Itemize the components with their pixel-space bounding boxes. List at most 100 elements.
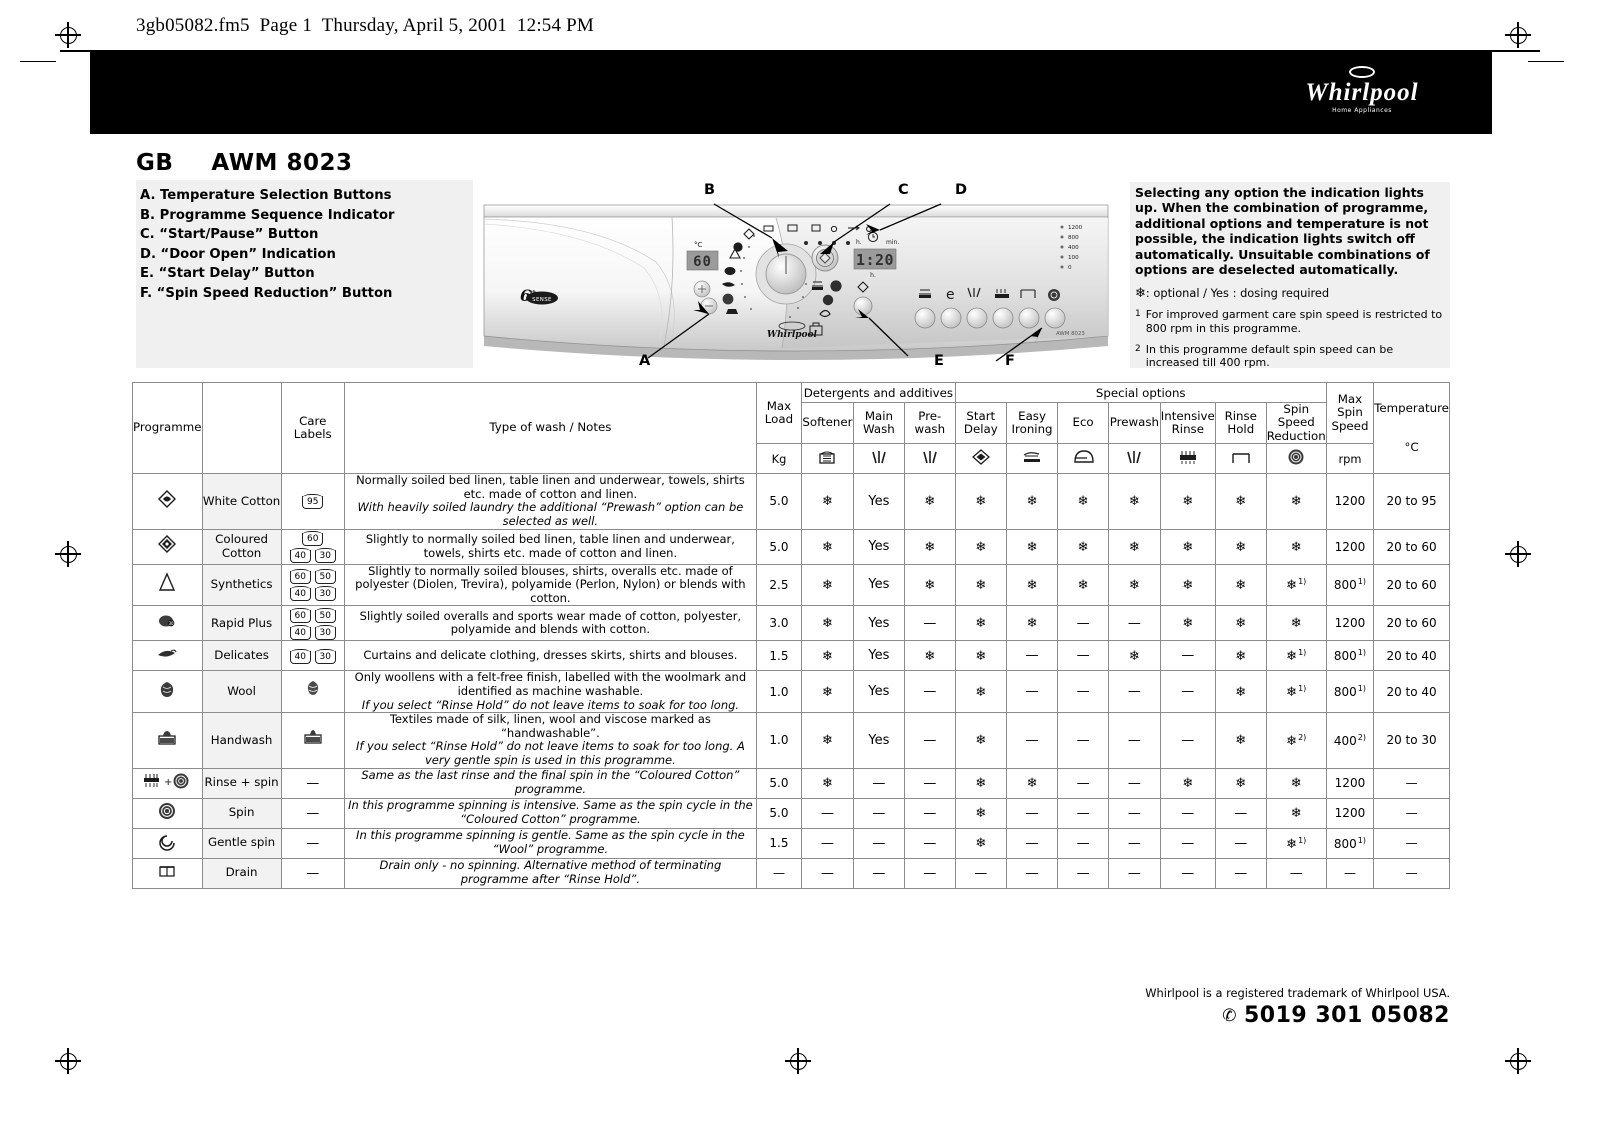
- control-panel-drawing: 6 th SENSE °C 60: [483, 203, 1109, 362]
- option-available-icon: ❄: [822, 494, 833, 510]
- option-not-available: —: [1127, 805, 1141, 821]
- footnote-2-text: In this programme default spin speed can…: [1145, 342, 1394, 370]
- option-available-icon: ❄: [975, 539, 987, 555]
- option-cell-intensiverinse: —: [1159, 797, 1216, 829]
- option-not-available: —: [1127, 732, 1141, 748]
- regmark-top-right: [1505, 22, 1531, 48]
- option-available-icon: ❄: [822, 776, 833, 792]
- option-not-available: —: [1076, 615, 1090, 631]
- regmark-mid-left: [55, 541, 81, 567]
- svg-text:AWM 8023: AWM 8023: [1056, 331, 1085, 337]
- temperature-cell: —: [1373, 857, 1450, 889]
- notes-italic: Same as the last rinse and the final spi…: [361, 768, 740, 797]
- max-spin-speed-cell: 1200: [1325, 528, 1375, 565]
- option-available-icon: ❄: [1026, 539, 1038, 555]
- table-row: Drain — Drain only - no spinning. Alternat…: [132, 857, 1450, 889]
- option-available-icon: ❄: [1077, 577, 1089, 593]
- header-temperature-unit: °C: [1404, 440, 1419, 455]
- svg-text:1:20: 1:20: [856, 251, 894, 269]
- header-start-delay: Start Delay: [954, 401, 1007, 445]
- page-title: GB AWM 8023: [136, 150, 352, 176]
- option-not-available: —: [1025, 865, 1039, 881]
- regmark-mid-right: [1505, 541, 1531, 567]
- option-not-available: —: [1076, 732, 1090, 748]
- programme-name: Coloured Cotton: [201, 528, 282, 565]
- option-cell-prewash-det: ❄: [903, 528, 956, 565]
- notes-plain: Curtains and delicate clothing, dresses …: [363, 648, 738, 663]
- option-cell-startdelay: ❄: [954, 767, 1007, 799]
- crop-tick-right: [1528, 61, 1564, 63]
- option-available-icon: ❄: [822, 577, 833, 593]
- option-available-icon: ❄: [1077, 539, 1089, 555]
- option-not-available: —: [1127, 615, 1141, 631]
- callout-label-f: F: [1005, 353, 1015, 369]
- option-cell-spinreduction: —: [1265, 857, 1327, 889]
- option-cell-eco: —: [1057, 670, 1109, 714]
- option-cell-startdelay: ❄: [954, 640, 1007, 672]
- table-row: Gentle spin — In this programme spinning i…: [132, 827, 1450, 859]
- wool-icon: [132, 670, 203, 714]
- option-available-icon: ❄: [1235, 577, 1247, 593]
- care-label-row: 60 50: [282, 606, 344, 623]
- svg-text:0: 0: [1068, 265, 1072, 271]
- option-cell-softener: ❄: [800, 767, 854, 799]
- option-cell-mainwash: Yes: [852, 640, 905, 672]
- max-spin-speed-cell: —: [1325, 857, 1375, 889]
- start-delay-icon: [954, 443, 1007, 475]
- option-cell-mainwash: Yes: [852, 712, 905, 769]
- option-cell-startdelay: —: [954, 857, 1007, 889]
- option-available-icon: ❄: [975, 806, 987, 822]
- option-cell-prewash: —: [1107, 767, 1161, 799]
- max-load-cell: 2.5: [755, 563, 802, 607]
- option-cell-startdelay: ❄: [954, 827, 1007, 859]
- option-available-icon: ❄: [1286, 578, 1298, 594]
- option-available-icon: ❄: [1128, 494, 1140, 510]
- option-cell-rinsehold: ❄: [1214, 528, 1267, 565]
- option-footnote-ref: 2): [1298, 732, 1307, 742]
- option-not-available: —: [1234, 865, 1248, 881]
- option-cell-eco: —: [1057, 605, 1109, 642]
- option-cell-rinsehold: ❄: [1214, 473, 1267, 530]
- option-cell-rinsehold: ❄: [1214, 712, 1267, 769]
- care-label-tub-50: 50: [314, 607, 336, 623]
- svg-text:60: 60: [693, 254, 712, 270]
- option-cell-rinsehold: ❄: [1214, 670, 1267, 714]
- svg-text:h.: h.: [856, 239, 862, 246]
- programme-name: Gentle spin: [201, 827, 282, 859]
- option-cell-spinreduction: ❄1): [1265, 640, 1327, 672]
- option-not-available: —: [1076, 805, 1090, 821]
- option-available-icon: ❄: [1235, 494, 1247, 510]
- max-load-cell: 5.0: [755, 473, 802, 530]
- care-label-row: 40 30: [282, 647, 344, 664]
- part-number: ✆ 5019 301 05082: [1222, 1003, 1450, 1028]
- option-available-icon: ❄: [975, 616, 987, 632]
- option-cell-prewash: —: [1107, 605, 1161, 642]
- care-labels-cell: 60 50 40 30: [280, 605, 345, 642]
- max-load-cell: 1.0: [755, 712, 802, 769]
- option-cell-easyironing: —: [1005, 827, 1059, 859]
- legend-item-d: D. “Door Open” Indication: [140, 246, 336, 262]
- option-cell-startdelay: ❄: [954, 473, 1007, 530]
- option-cell-prewash-det: ❄: [903, 563, 956, 607]
- prewash-option-icon: [1107, 443, 1161, 475]
- option-cell-softener: —: [800, 857, 854, 889]
- table-row: Spin — In this programme spinning is inten…: [132, 797, 1450, 829]
- option-available-icon: ❄: [1286, 733, 1298, 749]
- option-not-available: —: [820, 865, 834, 881]
- option-available-icon: ❄: [1286, 685, 1298, 701]
- header-programme: Programme: [132, 381, 203, 475]
- notes-cell: In this programme spinning is gentle. Sa…: [343, 827, 757, 859]
- option-not-available: —: [974, 865, 988, 881]
- option-not-available: —: [1289, 865, 1303, 881]
- option-cell-eco: —: [1057, 712, 1109, 769]
- option-cell-easyironing: —: [1005, 712, 1059, 769]
- option-cell-eco: —: [1057, 857, 1109, 889]
- option-cell-prewash: —: [1107, 670, 1161, 714]
- option-cell-spinreduction: ❄1): [1265, 827, 1327, 859]
- handwash-icon: [132, 712, 203, 769]
- option-cell-prewash-det: —: [903, 605, 956, 642]
- option-available-icon: ❄: [1026, 494, 1038, 510]
- option-not-available: —: [872, 835, 886, 851]
- option-cell-eco: —: [1057, 797, 1109, 829]
- option-cell-spinreduction: ❄1): [1265, 670, 1327, 714]
